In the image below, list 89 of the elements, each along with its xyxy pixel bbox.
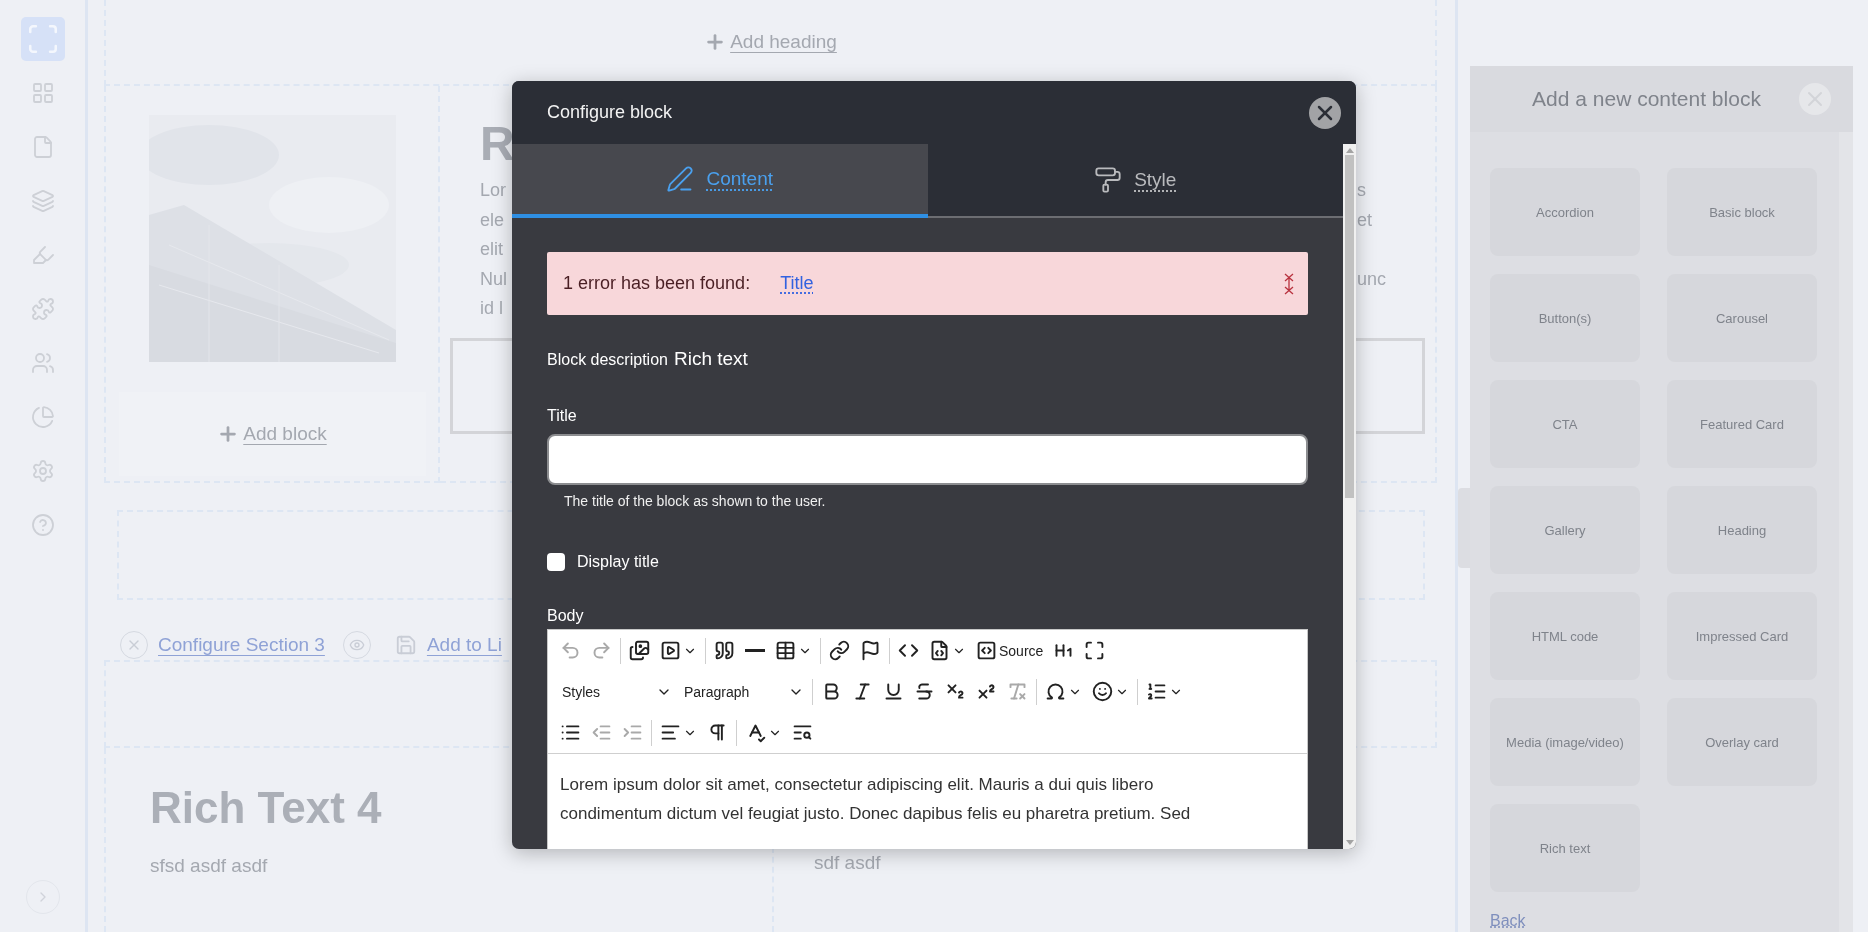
add-to-library-link[interactable]: Add to Li (426, 634, 502, 656)
horizontal-line-icon (745, 649, 765, 652)
checkbox-label: Display title (577, 553, 659, 571)
link-icon (829, 640, 850, 661)
close-icon[interactable] (1284, 272, 1294, 295)
tab[interactable]: Content (512, 144, 928, 218)
block-type-card[interactable]: Media (image/video) (1490, 698, 1640, 786)
format-dropdown[interactable]: Paragraph (678, 677, 808, 706)
paragraph-text: elit (480, 238, 503, 261)
omega-icon (1045, 681, 1066, 702)
media-icon (660, 640, 681, 661)
block-type-card[interactable]: Button(s) (1490, 274, 1640, 362)
clear-format-icon (1007, 681, 1028, 702)
paint-roller-icon (1094, 166, 1123, 194)
flag-icon (860, 640, 881, 661)
bullet-list-icon (560, 722, 581, 743)
title-input[interactable] (547, 434, 1308, 485)
block-type-card[interactable]: Heading (1667, 486, 1817, 574)
superscript-icon (976, 681, 997, 702)
indent-icon (622, 722, 643, 743)
paragraph-text: sfsd asdf asdf (150, 855, 268, 877)
paragraph-text: Nul (480, 267, 507, 291)
error-link[interactable]: Title (780, 273, 1254, 294)
back-link[interactable]: Back (1490, 912, 1526, 930)
block-type-card[interactable]: Accordion (1490, 168, 1640, 256)
highlighter-icon (30, 243, 55, 267)
block-heading: Rich Text 4 (150, 783, 382, 833)
grid-icon (30, 81, 55, 105)
outdent-icon (591, 722, 612, 743)
add-heading-link[interactable]: Add heading (704, 31, 837, 53)
block-type-card[interactable]: CTA (1490, 380, 1640, 468)
redo-icon (591, 640, 612, 661)
pilcrow-icon (707, 722, 728, 743)
panel-title: Add a new content block (1531, 87, 1762, 111)
pie-chart-icon (30, 405, 55, 429)
modal-title: Configure block (547, 102, 674, 123)
format-dropdown[interactable]: Styles (556, 677, 676, 706)
smiley-icon (1092, 681, 1113, 702)
block-type-card[interactable]: Carousel (1667, 274, 1817, 362)
block-type-card[interactable]: HTML code (1490, 592, 1640, 680)
block-type-card[interactable]: Featured Card (1667, 380, 1817, 468)
close-button[interactable] (1309, 96, 1341, 129)
paragraph-text: et (1357, 208, 1372, 232)
underline-icon (883, 681, 904, 702)
editor-text-line: Lorem ipsum dolor sit amet, consectetur adipiscing elit. Mauris a dui quis libero (560, 774, 1155, 796)
add-block-link[interactable]: Add block (217, 423, 327, 445)
save-icon (394, 634, 417, 656)
layers-icon (30, 189, 55, 213)
source-button[interactable]: Source (972, 636, 1048, 665)
field-label: Body (547, 607, 585, 625)
align-left-icon (660, 722, 681, 743)
block-heading: R (480, 116, 515, 172)
help-text: The title of the block as shown to the user. (563, 493, 827, 509)
subscript-icon (945, 681, 966, 702)
block-type-card[interactable]: Basic block (1667, 168, 1817, 256)
block-type-card[interactable]: Overlay card (1667, 698, 1817, 786)
image-icon (629, 640, 650, 661)
settings-icon (30, 459, 55, 483)
block-type-card[interactable]: Impressed Card (1667, 592, 1817, 680)
quote-icon (714, 640, 735, 661)
undo-icon (560, 640, 581, 661)
editor-text-line: condimentum dictum vel feugiat justo. Donec dapibus felis eu pharetra pretium. Sed (560, 803, 1192, 825)
italic-icon (852, 681, 873, 702)
alert-message: 1 error has been found: (563, 273, 751, 294)
field-label: Block description (547, 351, 668, 369)
pen-icon (666, 165, 695, 193)
numbered-list-icon (1146, 681, 1167, 702)
source-icon (976, 640, 997, 661)
paragraph-text: unc (1357, 267, 1387, 291)
block-type-card[interactable]: Gallery (1490, 486, 1640, 574)
paragraph-text: ele (480, 208, 505, 232)
table-icon (775, 640, 796, 661)
help-icon (30, 513, 55, 537)
paragraph-text: s (1357, 179, 1366, 202)
paragraph-text: Lor (480, 179, 506, 202)
paragraph-text: id l (480, 297, 503, 320)
block-type-card[interactable]: Rich text (1490, 804, 1640, 892)
paragraph-text: sdf asdf (814, 852, 881, 874)
field-label: Title (547, 407, 578, 425)
strikethrough-icon (914, 681, 935, 702)
scrollbar[interactable] (1343, 144, 1356, 849)
find-replace-icon (792, 722, 813, 743)
template-icon (929, 640, 950, 661)
fullscreen-icon (1084, 640, 1106, 661)
checkbox[interactable] (547, 553, 565, 571)
field-value: Rich text (673, 348, 748, 370)
users-icon (30, 351, 55, 375)
puzzle-icon (30, 297, 55, 321)
configure-section-link[interactable]: Configure Section 3 (158, 634, 325, 656)
